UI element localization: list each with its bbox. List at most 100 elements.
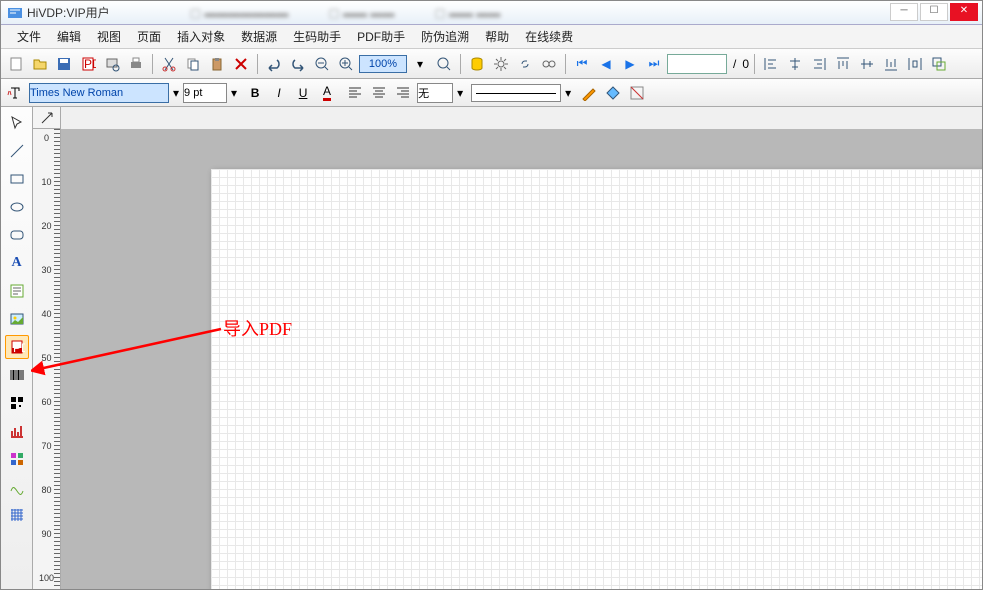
- fill-color-button[interactable]: [603, 83, 623, 103]
- page-number-input[interactable]: [667, 54, 727, 74]
- database-button[interactable]: [466, 53, 488, 75]
- menu-gencode[interactable]: 生码助手: [285, 25, 349, 48]
- vertical-ruler[interactable]: 0102030405060708090100: [33, 129, 61, 589]
- delete-button[interactable]: [230, 53, 252, 75]
- page[interactable]: [211, 169, 982, 589]
- font-dropdown[interactable]: ▾: [173, 86, 179, 100]
- fill-select[interactable]: [417, 83, 453, 103]
- ruler-tick: 70: [33, 441, 60, 451]
- title-bar: HiVDP:VIP用户 ▢ ▬▬▬▬▬▬▬▢ ▬▬ ▬▬▢ ▬▬ ▬▬ ─ ☐ …: [1, 1, 982, 25]
- menu-pdf[interactable]: PDF助手: [349, 25, 413, 48]
- save-button[interactable]: [53, 53, 75, 75]
- link2-button[interactable]: [538, 53, 560, 75]
- canvas[interactable]: [61, 129, 982, 589]
- align-left-button[interactable]: [760, 53, 782, 75]
- menu-online[interactable]: 在线续费: [517, 25, 581, 48]
- format-toolbar: ▾ ▾ B I U A ▾ ▾: [1, 79, 982, 107]
- ellipse-tool[interactable]: [5, 195, 29, 219]
- print-preview-button[interactable]: [101, 53, 123, 75]
- close-button[interactable]: ✕: [950, 3, 978, 21]
- ruler-corner: [33, 107, 61, 129]
- image-tool[interactable]: [5, 307, 29, 331]
- fill-dropdown[interactable]: ▾: [457, 86, 463, 100]
- open-button[interactable]: [29, 53, 51, 75]
- no-fill-button[interactable]: [627, 83, 647, 103]
- menu-data[interactable]: 数据源: [233, 25, 285, 48]
- bold-button[interactable]: B: [245, 83, 265, 103]
- ruler-tick: 90: [33, 529, 60, 539]
- text-tool[interactable]: A: [5, 251, 29, 275]
- next-page-button[interactable]: ▶: [619, 53, 641, 75]
- line-style-select[interactable]: [471, 84, 561, 102]
- font-color-button[interactable]: A: [317, 83, 337, 103]
- group-button[interactable]: [928, 53, 950, 75]
- minimize-button[interactable]: ─: [890, 3, 918, 21]
- font-select[interactable]: [29, 83, 169, 103]
- underline-button[interactable]: U: [293, 83, 313, 103]
- pointer-tool[interactable]: [5, 111, 29, 135]
- line-dropdown[interactable]: ▾: [565, 86, 571, 100]
- zoom-level[interactable]: 100%: [359, 55, 407, 73]
- qrcode-tool[interactable]: [5, 391, 29, 415]
- line-color-button[interactable]: [579, 83, 599, 103]
- edit-text-tool[interactable]: [5, 279, 29, 303]
- align-middle-v-button[interactable]: [856, 53, 878, 75]
- roundrect-tool[interactable]: [5, 223, 29, 247]
- new-button[interactable]: [5, 53, 27, 75]
- grid-tool[interactable]: [5, 503, 29, 527]
- menu-view[interactable]: 视图: [89, 25, 129, 48]
- barcode-tool[interactable]: [5, 363, 29, 387]
- text-align-center-button[interactable]: [369, 83, 389, 103]
- text-tool-icon[interactable]: [5, 83, 25, 103]
- zoom-in-button[interactable]: [335, 53, 357, 75]
- size-dropdown[interactable]: ▾: [231, 86, 237, 100]
- menu-edit[interactable]: 编辑: [49, 25, 89, 48]
- maximize-button[interactable]: ☐: [920, 3, 948, 21]
- align-top-button[interactable]: [832, 53, 854, 75]
- ruler-tick: 10: [33, 177, 60, 187]
- svg-text:PDF: PDF: [13, 341, 25, 355]
- pdf-export-button[interactable]: PDF: [77, 53, 99, 75]
- canvas-area: 0102030405060708090100110120130140150160…: [33, 107, 982, 589]
- curve-tool[interactable]: [5, 475, 29, 499]
- print-button[interactable]: [125, 53, 147, 75]
- italic-button[interactable]: I: [269, 83, 289, 103]
- ruler-tick: 30: [33, 265, 60, 275]
- ruler-tick: 20: [33, 221, 60, 231]
- copy-button[interactable]: [182, 53, 204, 75]
- prev-page-button[interactable]: ◀: [595, 53, 617, 75]
- paste-button[interactable]: [206, 53, 228, 75]
- redo-button[interactable]: [287, 53, 309, 75]
- menu-file[interactable]: 文件: [9, 25, 49, 48]
- import-pdf-tool[interactable]: PDF: [5, 335, 29, 359]
- align-center-h-button[interactable]: [784, 53, 806, 75]
- page-of-label: /: [729, 57, 740, 71]
- zoom-out-button[interactable]: [311, 53, 333, 75]
- distribute-h-button[interactable]: [904, 53, 926, 75]
- ruler-tick: 60: [33, 397, 60, 407]
- color-qr-tool[interactable]: [5, 447, 29, 471]
- menu-anti[interactable]: 防伪追溯: [413, 25, 477, 48]
- gear-button[interactable]: [490, 53, 512, 75]
- rect-tool[interactable]: [5, 167, 29, 191]
- menu-help[interactable]: 帮助: [477, 25, 517, 48]
- font-size-select[interactable]: [183, 83, 227, 103]
- zoom-fit-button[interactable]: [433, 53, 455, 75]
- link-button[interactable]: [514, 53, 536, 75]
- first-page-button[interactable]: ⏮: [571, 53, 593, 75]
- ruler-tick: 50: [33, 353, 60, 363]
- text-align-right-button[interactable]: [393, 83, 413, 103]
- line-tool[interactable]: [5, 139, 29, 163]
- ruler-tick: 80: [33, 485, 60, 495]
- align-right-button[interactable]: [808, 53, 830, 75]
- menu-insert[interactable]: 插入对象: [169, 25, 233, 48]
- undo-button[interactable]: [263, 53, 285, 75]
- zoom-dropdown[interactable]: ▾: [409, 53, 431, 75]
- align-bottom-button[interactable]: [880, 53, 902, 75]
- chart-tool[interactable]: [5, 419, 29, 443]
- last-page-button[interactable]: ⏭: [643, 53, 665, 75]
- menu-page[interactable]: 页面: [129, 25, 169, 48]
- window-controls: ─ ☐ ✕: [890, 3, 978, 21]
- cut-button[interactable]: [158, 53, 180, 75]
- text-align-left-button[interactable]: [345, 83, 365, 103]
